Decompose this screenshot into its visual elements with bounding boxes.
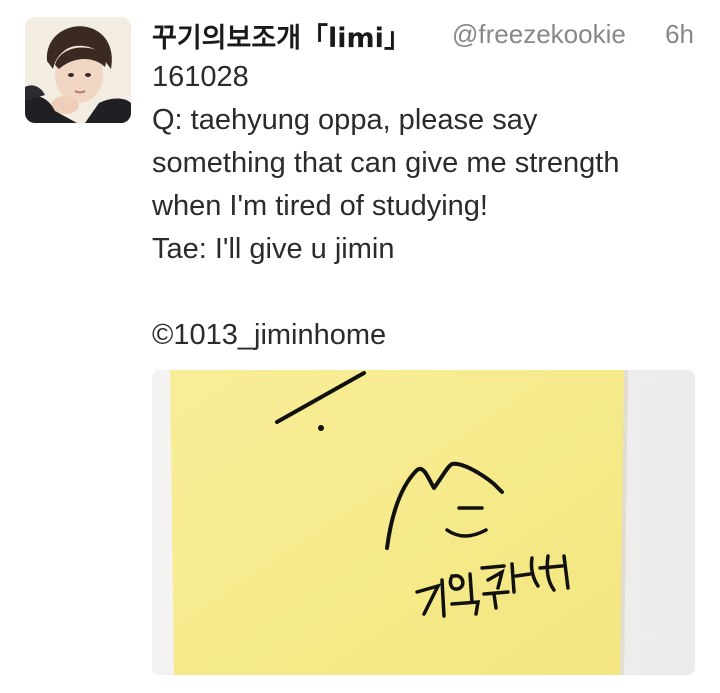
- tweet-line: Tae: I'll give u jimin: [152, 233, 395, 265]
- tweet-media-photo[interactable]: [152, 370, 695, 675]
- tweet-line: 161028: [152, 61, 249, 93]
- tweet-line: Q: taehyung oppa, please say: [152, 104, 538, 136]
- tweet-line: when I'm tired of studying!: [152, 190, 488, 222]
- user-handle[interactable]: @freezekookie: [452, 19, 626, 50]
- avatar[interactable]: [25, 17, 131, 123]
- tweet-line: ©1013_jiminhome: [152, 319, 387, 351]
- tweet-text: 161028 Q: taehyung oppa, please say some…: [152, 56, 697, 357]
- sticky-note-photo-icon: [152, 370, 695, 675]
- display-name[interactable]: 꾸기의보조개「limi」: [152, 16, 411, 55]
- user-avatar-photo-icon: [25, 17, 131, 123]
- tweet-line: something that can give me strength: [152, 147, 620, 179]
- tweet-header: 꾸기의보조개「limi」 @freezekookie 6h: [152, 14, 702, 54]
- timestamp[interactable]: 6h: [665, 19, 694, 50]
